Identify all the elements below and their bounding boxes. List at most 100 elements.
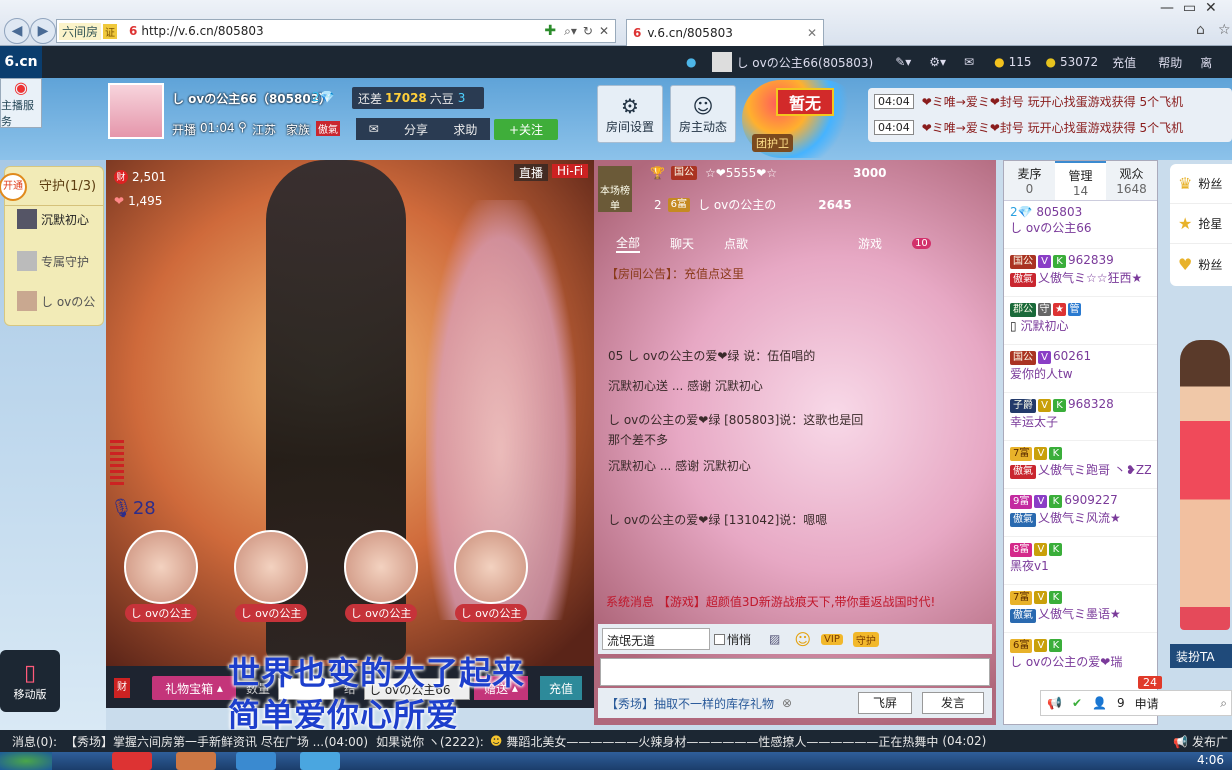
user-name[interactable]: し ovの公主66(805803) <box>736 54 873 71</box>
grab-star-item[interactable]: ★ 抢星 <box>1170 204 1232 244</box>
taskbar-app[interactable] <box>300 752 340 770</box>
message-icon[interactable]: ✉ <box>369 122 379 136</box>
favorite-label[interactable]: 六间房 <box>59 22 102 40</box>
host-service[interactable]: ◉ 主播服务 <box>0 78 42 128</box>
refresh-icon[interactable]: ↻ <box>583 24 593 38</box>
message-label[interactable]: 消息(0): <box>12 733 57 750</box>
guard-button[interactable]: 守护 <box>852 631 879 647</box>
speaker-icon[interactable]: 📢 <box>1047 696 1062 710</box>
live-time: 01:04 <box>200 121 235 135</box>
image-icon[interactable]: ▨ <box>769 632 780 646</box>
user-row[interactable]: 7富 V K 傲氣 乂傲气ミ墨语★ <box>1004 585 1157 633</box>
user-row[interactable]: 国公 V K 962839 傲氣 乂傲气ミ☆☆狂西★ <box>1004 249 1157 297</box>
host-avatar[interactable] <box>108 83 164 139</box>
minimize-icon[interactable]: — <box>1160 0 1174 16</box>
user-row[interactable]: 子爵 V K 968328 幸运太子 <box>1004 393 1157 441</box>
tab-mic-queue[interactable]: 麦序 0 <box>1004 161 1055 200</box>
edit-icon[interactable]: ✎▾ <box>895 55 911 69</box>
fans-item[interactable]: ♛ 粉丝 <box>1170 164 1232 204</box>
guard-item[interactable]: 沉默初心 <box>17 209 89 229</box>
user-avatar[interactable] <box>712 52 733 72</box>
system-message[interactable]: 系统消息 【游戏】超颜值3D新游战痕天下,带你重返战国时代! <box>606 592 935 612</box>
tab-chat[interactable]: 聊天 <box>670 235 694 252</box>
crown-icon: ♛ <box>1178 174 1193 193</box>
address-bar[interactable]: 六间房 证 6 http://v.6.cn/805803 ✚ ⌕▾ ↻ ✕ <box>56 19 616 43</box>
stop-icon[interactable]: ✕ <box>599 24 609 38</box>
whisper-checkbox[interactable]: 悄悄 <box>714 631 751 648</box>
gear-icon[interactable]: ⚙▾ <box>929 55 946 69</box>
favorites-icon[interactable]: ☆ <box>1218 22 1231 38</box>
mail-icon[interactable]: ✉ <box>964 55 974 69</box>
rank-label[interactable]: 本场榜单 <box>598 166 632 212</box>
guard-item[interactable]: 专属守护 <box>17 251 89 271</box>
user-row[interactable]: 郡公守 ★ 管 ▯ 沉默初心 <box>1004 297 1157 345</box>
tab-label: 麦序 <box>1017 167 1042 181</box>
search-icon[interactable]: ⌕▾ <box>564 24 577 39</box>
request-button[interactable]: 求助 <box>453 121 477 138</box>
maximize-icon[interactable]: ▭ <box>1183 0 1196 16</box>
gift-slot[interactable]: し ovの公主 <box>234 530 308 630</box>
url-text[interactable]: http://v.6.cn/805803 <box>141 24 263 38</box>
fans-heart-item[interactable]: ♥ 粉丝 <box>1170 244 1232 284</box>
family-tag[interactable]: 傲氣 <box>316 121 340 136</box>
help-link[interactable]: 帮助 <box>1158 54 1182 71</box>
tab-song[interactable]: 点歌 <box>724 235 748 252</box>
video-player[interactable]: 财 2,501 ❤ 1,495 直播 Hi-Fi 🎙28 し ovの公主 し ovの… <box>106 160 594 708</box>
user-row[interactable]: 9富 V K 6909227 傲氣 乂傲气ミ风流★ <box>1004 489 1157 537</box>
user-row[interactable]: 7富 V K 傲氣 乂傲气ミ跑哥 丶❥ZZ <box>1004 441 1157 489</box>
host-row[interactable]: 2💎 805803 し ovの公主66 <box>1004 201 1157 249</box>
hifi-tag[interactable]: Hi-Fi <box>552 164 589 178</box>
emoji-icon[interactable]: ☺ <box>794 630 811 649</box>
browser-tab[interactable]: 6 v.6.cn/805803 ✕ <box>626 19 824 46</box>
tab-close-icon[interactable]: ✕ <box>807 26 817 40</box>
forward-icon[interactable]: ▶ <box>30 18 56 44</box>
fly-screen-button[interactable]: 飞屏 <box>858 692 912 714</box>
wealth-toggle[interactable]: 财 <box>114 678 130 698</box>
user-row[interactable]: 6富 V K し ovの公主の爱❤瑞 <box>1004 633 1157 681</box>
tab-audience[interactable]: 观众 1648 <box>1106 161 1157 200</box>
chat-target-select[interactable]: 流氓无道 <box>602 628 710 650</box>
mobile-button[interactable]: ▯ 移动版 <box>0 650 60 712</box>
no-guard-badge[interactable]: 暂无 <box>776 88 834 116</box>
follow-button[interactable]: +关注 <box>494 119 558 140</box>
guard-item[interactable]: し ovの公 <box>17 291 95 311</box>
gift-box-button[interactable]: 礼物宝箱 ▴ <box>152 676 236 700</box>
exit-link[interactable]: 离 <box>1200 54 1212 71</box>
taskbar-app[interactable] <box>112 752 152 770</box>
gift-slot[interactable]: し ovの公主 <box>124 530 198 630</box>
recharge-button[interactable]: 充值 <box>540 676 582 700</box>
room-settings-button[interactable]: ⚙ 房间设置 <box>597 85 663 143</box>
tab-all[interactable]: 全部 <box>616 234 641 253</box>
chat-input[interactable] <box>600 658 990 686</box>
site-logo[interactable]: 6.cn <box>0 46 42 78</box>
open-guard-button[interactable]: 开通 <box>0 173 27 201</box>
search-icon[interactable]: ⌕ <box>1220 696 1227 711</box>
promo-close-icon[interactable]: ⊗ <box>782 696 792 710</box>
recharge-link[interactable]: 充值 <box>1112 54 1136 71</box>
plus-icon[interactable]: ✚ <box>544 23 556 39</box>
live-tag[interactable]: 直播 <box>514 164 549 181</box>
share-button[interactable]: 分享 <box>404 121 428 138</box>
taskbar-app[interactable] <box>176 752 216 770</box>
announcement[interactable]: 【房间公告】：充值点这里 <box>606 264 744 284</box>
taskbar-app[interactable] <box>236 752 276 770</box>
vip-button[interactable]: VIP <box>821 633 843 645</box>
tab-admins[interactable]: 管理 14 <box>1055 161 1106 200</box>
apply-button[interactable]: 申请 <box>1135 695 1159 712</box>
user-row[interactable]: 国公 V 60261 爱你的人tw <box>1004 345 1157 393</box>
promo-link[interactable]: 【秀场】抽取不一样的库存礼物 <box>606 695 774 712</box>
user-row[interactable]: 8富 V K 黑夜v1 <box>1004 537 1157 585</box>
v-icon: V <box>1034 495 1048 508</box>
send-message-button[interactable]: 发言 <box>922 692 984 714</box>
dress-up-button[interactable]: 装扮TA <box>1170 644 1232 668</box>
tab-game[interactable]: 游戏 <box>858 235 882 252</box>
gift-slot[interactable]: し ovの公主 <box>454 530 528 630</box>
back-icon[interactable]: ◀ <box>4 18 30 44</box>
publish-link[interactable]: 📢 发布广 <box>1173 733 1228 750</box>
window-close-icon[interactable]: ✕ <box>1205 0 1217 16</box>
home-icon[interactable]: ⌂ <box>1196 22 1205 38</box>
start-button[interactable] <box>0 752 52 770</box>
gift-slot[interactable]: し ovの公主 <box>344 530 418 630</box>
host-feed-button[interactable]: ☺ 房主动态 <box>670 85 736 143</box>
guard-group[interactable]: 团护卫 <box>752 134 793 152</box>
